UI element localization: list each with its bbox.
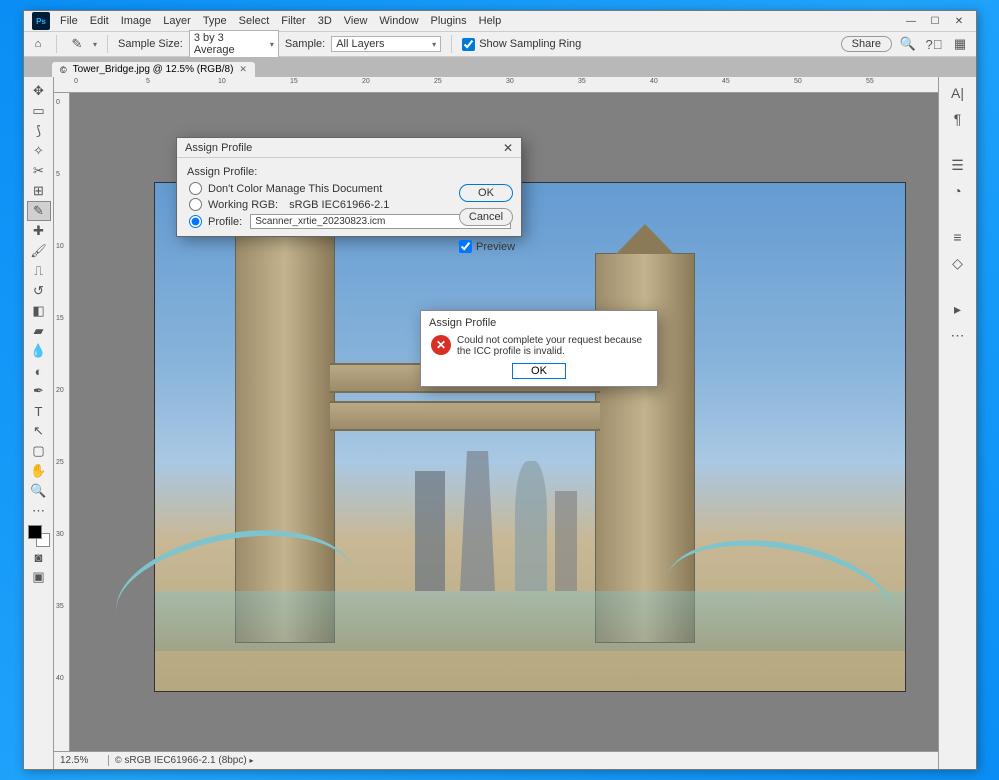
path-tool[interactable]: ↖ [27,421,51,441]
share-button[interactable]: Share [841,36,892,52]
menu-file[interactable]: File [54,15,84,27]
menu-edit[interactable]: Edit [84,15,115,27]
workspace-icon[interactable]: ▦ [950,35,970,53]
menu-plugins[interactable]: Plugins [425,15,473,27]
menu-bar: Ps File Edit Image Layer Type Select Fil… [24,11,976,31]
error-icon: ✕ [431,335,451,355]
menu-help[interactable]: Help [473,15,508,27]
options-bar: ⌂ ✎ ▾ Sample Size: 3 by 3 Average▾ Sampl… [24,31,976,57]
brush-tool[interactable]: 🖌 [27,241,51,261]
menu-filter[interactable]: Filter [275,15,311,27]
ok-button[interactable]: OK [459,184,513,202]
window-close[interactable]: ✕ [952,14,966,28]
window-minimize[interactable]: — [904,14,918,28]
sample-size-select[interactable]: 3 by 3 Average▾ [189,30,279,58]
shape-tool[interactable]: ▢ [27,441,51,461]
swatches-panel-icon[interactable]: ≡ [947,227,969,247]
quick-mask[interactable]: ◙ [27,547,51,567]
ruler-horizontal[interactable]: 051015202530354045505560 [54,77,938,93]
frame-tool[interactable]: ⊞ [27,181,51,201]
eraser-tool[interactable]: ◧ [27,301,51,321]
actions-panel-icon[interactable]: ▸ [947,299,969,319]
sample-label: Sample: [285,38,325,50]
eyedropper-tool-icon[interactable]: ✎ [67,35,87,53]
menu-select[interactable]: Select [233,15,276,27]
error-message: Could not complete your request because … [457,335,647,357]
dodge-tool[interactable]: ◐ [27,361,51,381]
app-logo: Ps [32,12,50,30]
dialog-titlebar[interactable]: Assign Profile ✕ [177,138,521,158]
dialog-titlebar[interactable]: Assign Profile [421,311,657,331]
document-image [155,183,905,691]
document-tab[interactable]: © Tower_Bridge.jpg @ 12.5% (RGB/8) ✕ [52,62,255,77]
tools-panel: ✥ ▭ ⟆ ✧ ✂ ⊞ ✎ ✚ 🖌 ⎍ ↺ ◧ ▰ 💧 ◐ ✒ T ↖ ▢ ✋ … [24,77,54,769]
stamp-tool[interactable]: ⎍ [27,261,51,281]
history-brush-tool[interactable]: ↺ [27,281,51,301]
gradient-tool[interactable]: ▰ [27,321,51,341]
zoom-tool[interactable]: 🔍 [27,481,51,501]
window-maximize[interactable]: ☐ [928,14,942,28]
pen-tool[interactable]: ✒ [27,381,51,401]
libraries-panel-icon[interactable]: ◇ [947,253,969,273]
wand-tool[interactable]: ✧ [27,141,51,161]
heal-tool[interactable]: ✚ [27,221,51,241]
menu-layer[interactable]: Layer [157,15,197,27]
cancel-button[interactable]: Cancel [459,208,513,226]
document-info[interactable]: © sRGB IEC61966-2.1 (8bpc) ▸ [109,755,254,766]
status-bar: 12.5% © sRGB IEC61966-2.1 (8bpc) ▸ [54,751,938,769]
edit-toolbar[interactable]: ⋯ [27,501,51,521]
zoom-level[interactable]: 12.5% [54,755,109,766]
section-label: Assign Profile: [187,166,511,178]
character-panel-icon[interactable]: A| [947,83,969,103]
blur-tool[interactable]: 💧 [27,341,51,361]
color-panel-icon[interactable]: ◔ [947,181,969,201]
assign-profile-dialog: Assign Profile ✕ Assign Profile: Don't C… [176,137,522,237]
search-icon[interactable]: 🔍 [898,35,918,53]
paragraph-panel-icon[interactable]: ¶ [947,109,969,129]
sample-select[interactable]: All Layers▾ [331,36,441,52]
menu-type[interactable]: Type [197,15,233,27]
color-swatches[interactable] [28,525,50,547]
preview-checkbox[interactable]: Preview [459,240,513,253]
marquee-tool[interactable]: ▭ [27,101,51,121]
sample-size-label: Sample Size: [118,38,183,50]
document-tab-bar: © Tower_Bridge.jpg @ 12.5% (RGB/8) ✕ [24,57,976,77]
more-panel-icon[interactable]: ⋯ [947,325,969,345]
foreground-color[interactable] [28,525,42,539]
move-tool[interactable]: ✥ [27,81,51,101]
glyphs-panel-icon[interactable]: ☰ [947,155,969,175]
menu-view[interactable]: View [338,15,374,27]
close-icon[interactable]: ✕ [239,64,247,75]
error-dialog: Assign Profile ✕ Could not complete your… [420,310,658,387]
show-sampling-ring-checkbox[interactable]: Show Sampling Ring [462,38,581,51]
eyedropper-tool[interactable]: ✎ [27,201,51,221]
type-tool[interactable]: T [27,401,51,421]
screen-mode[interactable]: ▣ [27,567,51,587]
ok-button[interactable]: OK [512,363,566,379]
menu-image[interactable]: Image [115,15,158,27]
menu-window[interactable]: Window [373,15,424,27]
lasso-tool[interactable]: ⟆ [27,121,51,141]
close-icon[interactable]: ✕ [503,141,513,155]
hand-tool[interactable]: ✋ [27,461,51,481]
photoshop-window: Ps File Edit Image Layer Type Select Fil… [23,10,977,770]
crop-tool[interactable]: ✂ [27,161,51,181]
help-icon[interactable]: ?⃝ [924,35,944,53]
home-icon[interactable]: ⌂ [30,36,46,52]
panels-collapsed: A| ¶ ☰ ◔ ≡ ◇ ▸ ⋯ [938,77,976,769]
menu-3d[interactable]: 3D [312,15,338,27]
ruler-vertical[interactable]: 0510152025303540 [54,93,70,751]
